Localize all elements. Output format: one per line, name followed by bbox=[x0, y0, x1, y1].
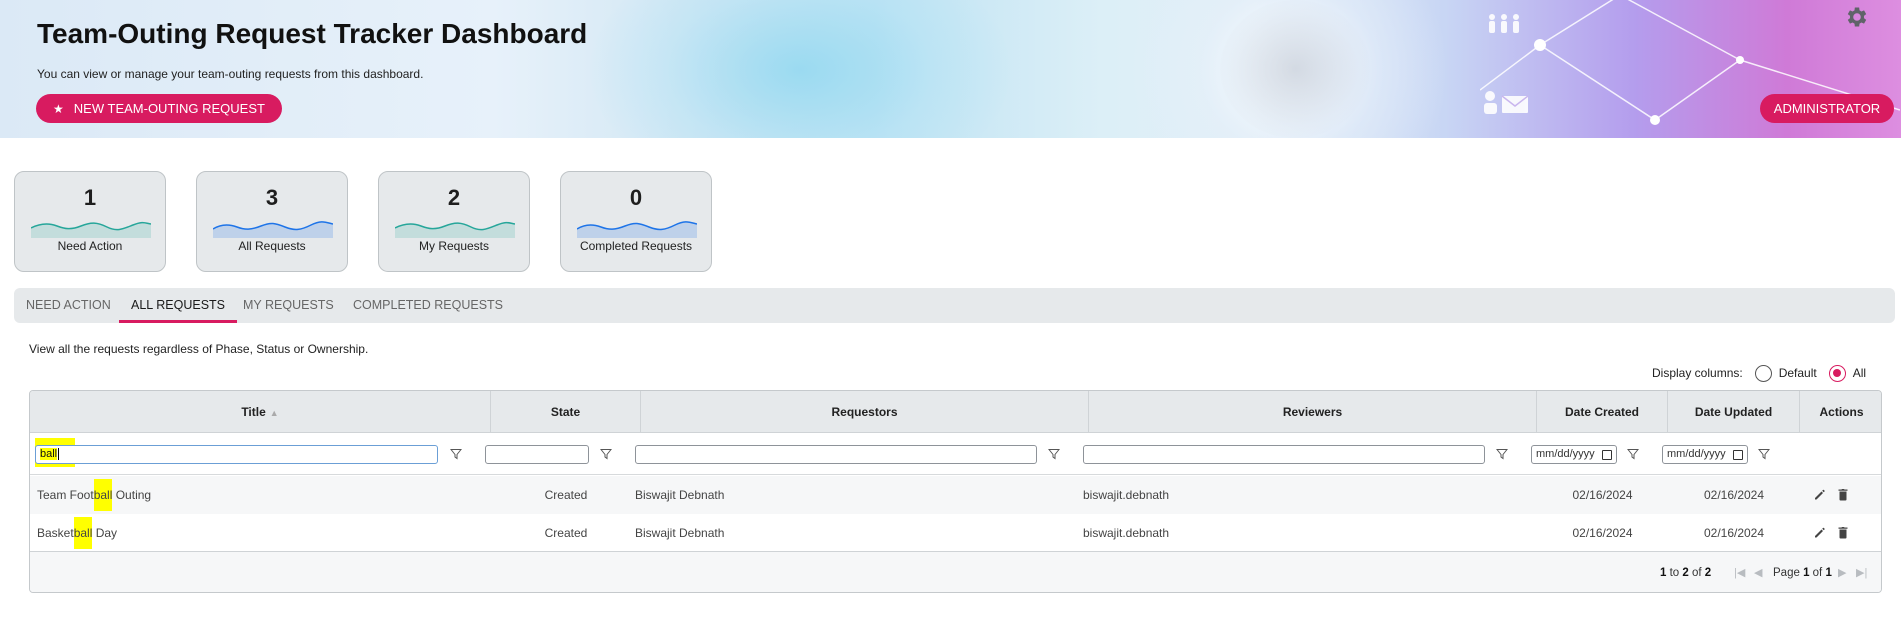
first-page-icon[interactable]: |◀ bbox=[1734, 552, 1745, 592]
column-header-state[interactable]: State bbox=[491, 391, 641, 433]
filter-icon[interactable] bbox=[600, 448, 612, 460]
cell-reviewers: biswajit.debnath bbox=[1083, 488, 1170, 502]
date-updated-filter-input[interactable]: mm/dd/yyyy bbox=[1662, 445, 1748, 464]
cell-reviewers: biswajit.debnath bbox=[1083, 526, 1170, 540]
radio-all[interactable] bbox=[1828, 364, 1846, 382]
sparkline-icon bbox=[213, 221, 333, 238]
cell-title: Team Football Outing bbox=[37, 476, 151, 514]
column-header-title[interactable]: Title ▲ bbox=[30, 391, 491, 433]
cell-date-created: 02/16/2024 bbox=[1572, 526, 1633, 540]
header-banner: Team-Outing Request Tracker Dashboard Yo… bbox=[0, 0, 1901, 138]
administrator-button[interactable]: ADMINISTRATOR bbox=[1760, 94, 1894, 123]
sparkline-icon bbox=[577, 221, 697, 238]
column-header-reviewers[interactable]: Reviewers bbox=[1089, 391, 1537, 433]
next-page-icon[interactable]: ▶ bbox=[1838, 552, 1846, 592]
card-all-requests[interactable]: 3 All Requests bbox=[196, 171, 348, 272]
card-need-action[interactable]: 1 Need Action bbox=[14, 171, 166, 272]
filter-icon[interactable] bbox=[1496, 448, 1508, 460]
reviewers-filter-input[interactable] bbox=[1083, 445, 1485, 464]
cell-requestors: Biswajit Debnath bbox=[635, 488, 725, 502]
tab-need-action[interactable]: NEED ACTION bbox=[14, 288, 123, 323]
display-columns-label: Display columns: bbox=[1652, 366, 1743, 380]
card-label: Need Action bbox=[57, 239, 123, 253]
new-request-button[interactable]: ★ NEW TEAM-OUTING REQUEST bbox=[36, 94, 282, 123]
pagination-bar: 1 to 2 of 2 |◀ ◀ Page 1 of 1 ▶ ▶| bbox=[30, 551, 1881, 592]
delete-icon[interactable] bbox=[1837, 488, 1849, 501]
pagination-summary: 1 to 2 of 2 bbox=[1660, 567, 1712, 579]
column-header-date-updated[interactable]: Date Updated bbox=[1668, 391, 1800, 433]
tab-description: View all the requests regardless of Phas… bbox=[29, 342, 369, 356]
cell-requestors: Biswajit Debnath bbox=[635, 526, 725, 540]
radio-default[interactable] bbox=[1754, 364, 1772, 382]
card-count: 2 bbox=[447, 185, 461, 210]
filter-row: ball mm/dd/yyyy mm/dd/yyyy bbox=[30, 433, 1881, 475]
calendar-icon[interactable] bbox=[1733, 449, 1743, 460]
card-my-requests[interactable]: 2 My Requests bbox=[378, 171, 530, 272]
card-label: All Requests bbox=[238, 239, 306, 253]
new-request-label: NEW TEAM-OUTING REQUEST bbox=[73, 101, 265, 116]
column-header-date-created[interactable]: Date Created bbox=[1537, 391, 1668, 433]
calendar-icon[interactable] bbox=[1602, 449, 1612, 460]
display-columns-control: Display columns: Default All bbox=[1652, 363, 1866, 383]
cell-title: Basketball Day bbox=[37, 514, 117, 552]
tab-my-requests[interactable]: MY REQUESTS bbox=[231, 288, 346, 323]
table-row[interactable]: Basketball Day Created Biswajit Debnath … bbox=[30, 514, 1881, 552]
page-indicator: Page 1 of 1 bbox=[1773, 567, 1832, 579]
tab-completed-requests[interactable]: COMPLETED REQUESTS bbox=[341, 288, 515, 323]
requests-grid: Title ▲ State Requestors Reviewers Date C… bbox=[29, 390, 1882, 593]
card-count: 3 bbox=[265, 185, 279, 210]
page-title: Team-Outing Request Tracker Dashboard bbox=[37, 18, 588, 49]
edit-icon[interactable] bbox=[1814, 488, 1826, 501]
tab-all-requests[interactable]: ALL REQUESTS bbox=[119, 288, 238, 323]
sort-icon[interactable]: ▲ bbox=[270, 408, 279, 418]
filter-icon[interactable] bbox=[1048, 448, 1060, 460]
cell-date-updated: 02/16/2024 bbox=[1703, 488, 1765, 502]
page-subtitle: You can view or manage your team-outing … bbox=[37, 67, 424, 81]
banner-background-glow bbox=[590, 0, 1010, 138]
cell-state: Created bbox=[544, 488, 588, 502]
prev-page-icon[interactable]: ◀ bbox=[1754, 552, 1762, 592]
title-filter-input[interactable]: ball bbox=[35, 445, 438, 464]
filter-icon[interactable] bbox=[450, 448, 462, 460]
column-header-requestors[interactable]: Requestors bbox=[641, 391, 1089, 433]
card-completed-requests[interactable]: 0 Completed Requests bbox=[560, 171, 712, 272]
tab-bar: NEED ACTION ALL REQUESTS MY REQUESTS COM… bbox=[14, 288, 1895, 323]
card-count: 1 bbox=[83, 185, 97, 210]
last-page-icon[interactable]: ▶| bbox=[1856, 552, 1867, 592]
date-created-filter-input[interactable]: mm/dd/yyyy bbox=[1531, 445, 1617, 464]
requestors-filter-input[interactable] bbox=[635, 445, 1037, 464]
filter-icon[interactable] bbox=[1627, 448, 1639, 460]
sparkline-icon bbox=[31, 221, 151, 238]
card-label: Completed Requests bbox=[579, 239, 693, 253]
edit-icon[interactable] bbox=[1814, 526, 1826, 539]
filter-icon[interactable] bbox=[1758, 448, 1770, 460]
gear-icon[interactable] bbox=[1844, 4, 1870, 30]
cell-date-updated: 02/16/2024 bbox=[1703, 526, 1765, 540]
radio-all-label[interactable]: All bbox=[1853, 366, 1866, 380]
grid-header: Title ▲ State Requestors Reviewers Date C… bbox=[30, 391, 1881, 433]
radio-default-label[interactable]: Default bbox=[1779, 366, 1817, 380]
cell-date-created: 02/16/2024 bbox=[1572, 488, 1633, 502]
card-count: 0 bbox=[629, 185, 643, 210]
table-row[interactable]: Team Football Outing Created Biswajit De… bbox=[30, 476, 1881, 514]
cell-state: Created bbox=[544, 526, 588, 540]
column-header-actions: Actions bbox=[1819, 405, 1864, 419]
sparkline-icon bbox=[395, 221, 515, 238]
state-filter-input[interactable] bbox=[485, 445, 589, 464]
delete-icon[interactable] bbox=[1837, 526, 1849, 539]
card-label: My Requests bbox=[418, 239, 490, 253]
star-icon: ★ bbox=[53, 101, 64, 116]
banner-background-glow bbox=[1220, 0, 1370, 138]
